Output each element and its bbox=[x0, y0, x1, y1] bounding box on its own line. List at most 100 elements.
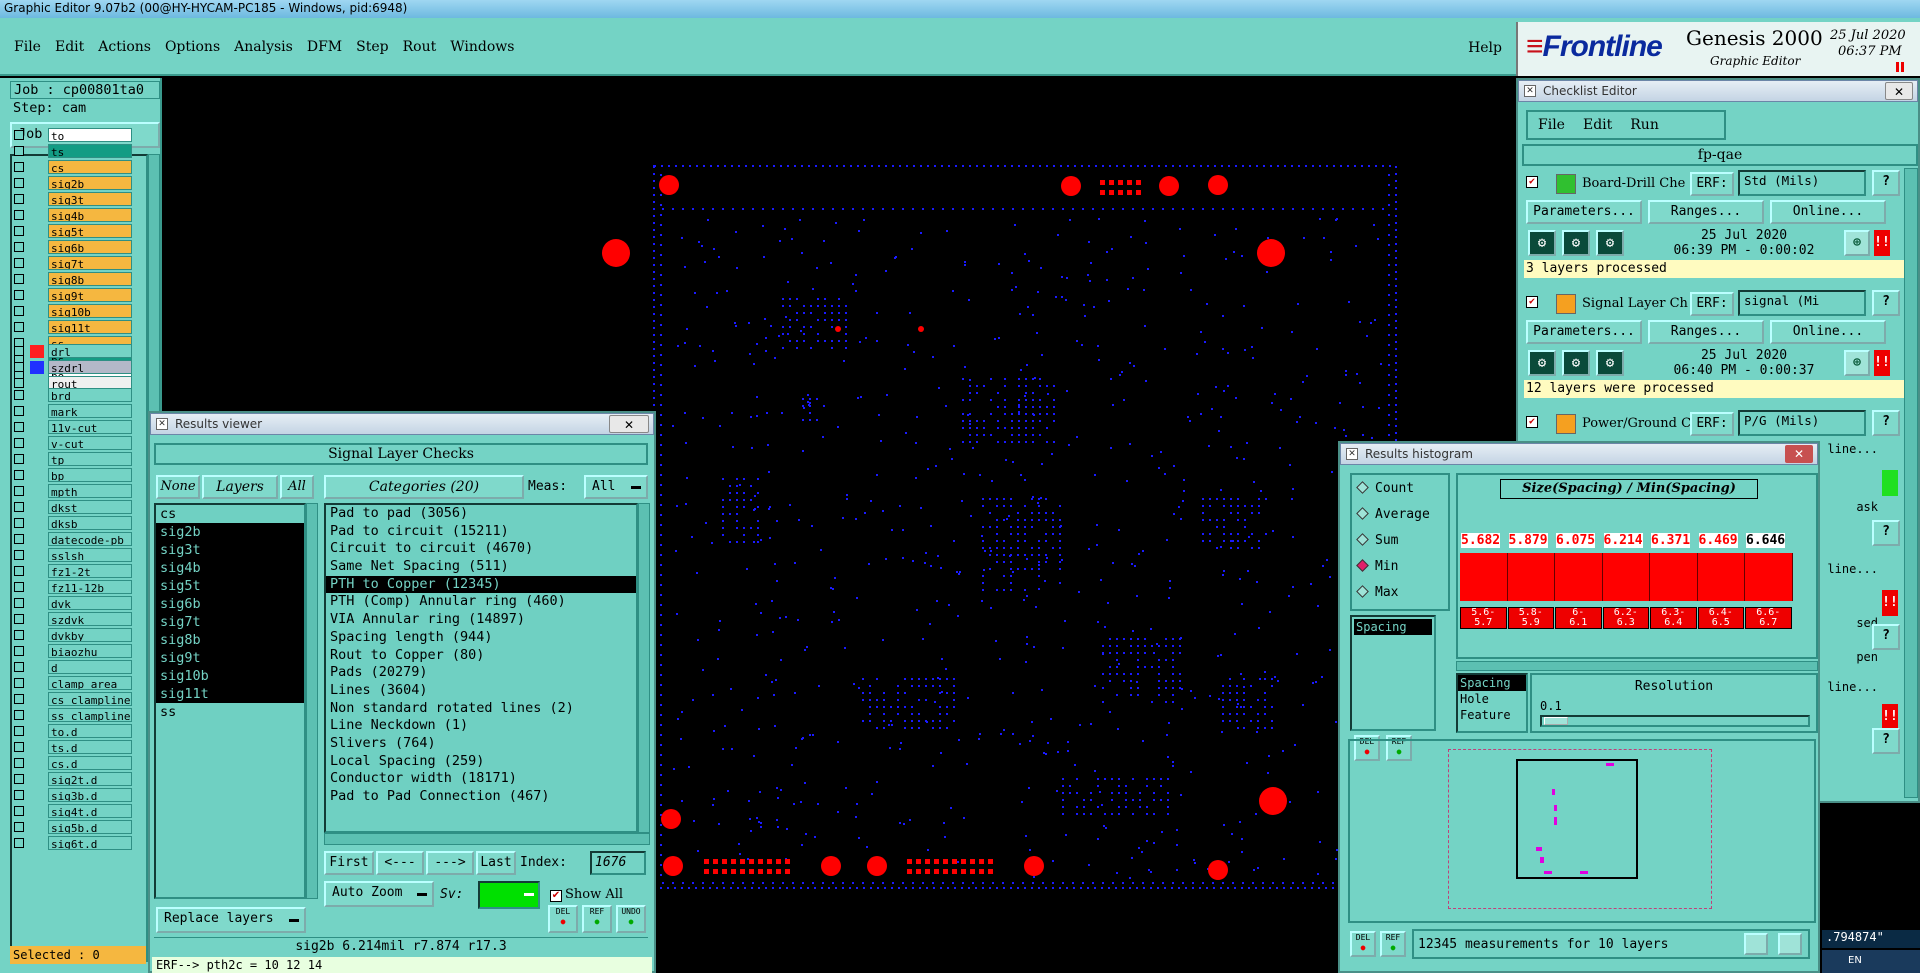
layer-checkbox[interactable] bbox=[14, 534, 24, 544]
layer-name[interactable]: sig3b.d bbox=[48, 788, 132, 802]
show-all-checkbox[interactable]: ✔ Show All bbox=[550, 887, 623, 902]
layer-checkbox[interactable] bbox=[14, 774, 24, 784]
layer-list-item[interactable]: sig11t bbox=[156, 685, 304, 703]
category-list-item[interactable]: VIA Annular ring (14897) bbox=[326, 611, 636, 629]
layer-name[interactable]: sig3t bbox=[48, 192, 132, 206]
category-list-item[interactable]: Local Spacing (259) bbox=[326, 753, 636, 771]
layer-checkbox[interactable] bbox=[14, 242, 24, 252]
layer-row-sig6b[interactable]: sig6b bbox=[14, 240, 132, 255]
layer-name[interactable]: cs_clampline bbox=[48, 692, 132, 706]
layer-row-drl[interactable]: drl bbox=[14, 344, 132, 359]
auto-zoom-button[interactable]: Auto Zoom bbox=[324, 881, 434, 907]
layer-row-sig6t.d[interactable]: sig6t.d bbox=[14, 836, 132, 851]
layer-row-clamp_area[interactable]: clamp_area bbox=[14, 676, 132, 691]
slider-thumb[interactable] bbox=[1544, 717, 1568, 725]
resolution-slider[interactable] bbox=[1540, 715, 1810, 727]
help-button[interactable]: ? bbox=[1872, 520, 1900, 546]
histogram-measure-list[interactable]: Spacing bbox=[1350, 615, 1436, 731]
close-button[interactable]: ✕ bbox=[1885, 82, 1913, 100]
layer-row-sslsh[interactable]: sslsh bbox=[14, 548, 132, 563]
last-button[interactable]: Last bbox=[476, 851, 516, 875]
layer-name[interactable]: ts.d bbox=[48, 740, 132, 754]
run-icon[interactable]: ⚙ bbox=[1562, 230, 1590, 256]
layer-checkbox[interactable] bbox=[14, 806, 24, 816]
layer-name[interactable]: ss_clampline bbox=[48, 708, 132, 722]
layer-name[interactable]: cs bbox=[48, 160, 132, 174]
help-button[interactable]: ? bbox=[1872, 290, 1900, 316]
check-icon[interactable]: ✔ bbox=[1526, 416, 1538, 428]
category-list-item[interactable]: Line Neckdown (1) bbox=[326, 717, 636, 735]
help-button[interactable]: ? bbox=[1872, 728, 1900, 754]
run-icon[interactable]: ⚙ bbox=[1528, 230, 1556, 256]
category-list[interactable]: Pad to pad (3056) Pad to circuit (15211) C… bbox=[324, 503, 638, 833]
layer-row-v-cut[interactable]: v-cut bbox=[14, 436, 132, 451]
layer-row-sig3t[interactable]: sig3t bbox=[14, 192, 132, 207]
layer-row-dvkby[interactable]: dvkby bbox=[14, 628, 132, 643]
layer-list[interactable]: cs sig2b sig3t sig4b sig5t sig6b sig7t sig8b sig… bbox=[154, 503, 306, 899]
close-button[interactable]: ✕ bbox=[1785, 445, 1813, 463]
histogram-bar[interactable] bbox=[1555, 553, 1603, 601]
layer-name[interactable]: dvk bbox=[48, 596, 132, 610]
replace-layers-button[interactable]: Replace layers bbox=[156, 907, 306, 933]
layer-row-sig2b[interactable]: sig2b bbox=[14, 176, 132, 191]
histogram-bar[interactable] bbox=[1650, 553, 1698, 601]
layer-checkbox[interactable] bbox=[14, 454, 24, 464]
layer-name[interactable]: tp bbox=[48, 452, 132, 466]
layer-checkbox[interactable] bbox=[14, 822, 24, 832]
layer-checkbox[interactable] bbox=[14, 422, 24, 432]
layer-name[interactable]: dksb bbox=[48, 516, 132, 530]
histogram-bar[interactable] bbox=[1745, 553, 1793, 601]
layer-checkbox[interactable] bbox=[14, 758, 24, 768]
category-list-item[interactable]: Circuit to circuit (4670) bbox=[326, 540, 636, 558]
layer-name[interactable]: sig5b.d bbox=[48, 820, 132, 834]
undo-button[interactable]: UNDO ● bbox=[616, 905, 646, 933]
layer-row-ss_clampline[interactable]: ss_clampline bbox=[14, 708, 132, 723]
layer-checkbox[interactable] bbox=[14, 726, 24, 736]
menu-step[interactable]: Step bbox=[356, 39, 388, 55]
layer-row-bp[interactable]: bp bbox=[14, 468, 132, 483]
menu-file[interactable]: File bbox=[14, 39, 41, 55]
category-list-item[interactable]: Rout to Copper (80) bbox=[326, 647, 636, 665]
online-button[interactable]: Online... bbox=[1770, 200, 1886, 224]
first-button[interactable]: First bbox=[324, 851, 374, 875]
erf-button[interactable]: ERF: bbox=[1690, 292, 1734, 316]
layer-name[interactable]: szdvk bbox=[48, 612, 132, 626]
layer-checkbox[interactable] bbox=[14, 710, 24, 720]
layer-name[interactable]: fz1-2t bbox=[48, 564, 132, 578]
layer-checkbox[interactable] bbox=[14, 194, 24, 204]
layer-name[interactable]: clamp_area bbox=[48, 676, 132, 690]
layer-list-item[interactable]: sig6b bbox=[156, 595, 304, 613]
layer-row-to[interactable]: to bbox=[14, 128, 132, 143]
zoom-icon[interactable] bbox=[1778, 933, 1802, 955]
layer-checkbox[interactable] bbox=[14, 518, 24, 528]
layer-row-szdrl[interactable]: szdrl bbox=[14, 360, 132, 375]
layer-checkbox[interactable] bbox=[14, 226, 24, 236]
run-icon[interactable]: ⚙ bbox=[1596, 350, 1624, 376]
layers-icon[interactable] bbox=[1744, 933, 1768, 955]
mode-radio-max[interactable]: Max bbox=[1356, 585, 1398, 600]
layer-checkbox[interactable] bbox=[14, 210, 24, 220]
layer-name[interactable]: sig9t bbox=[48, 288, 132, 302]
layer-checkbox[interactable] bbox=[14, 274, 24, 284]
mode-radio-count[interactable]: Count bbox=[1356, 481, 1414, 496]
layer-row-sig4t.d[interactable]: sig4t.d bbox=[14, 804, 132, 819]
layer-checkbox[interactable] bbox=[14, 146, 24, 156]
meas-select[interactable]: All bbox=[584, 475, 648, 499]
histogram-bar[interactable] bbox=[1602, 553, 1650, 601]
layer-checkbox[interactable] bbox=[14, 646, 24, 656]
index-input[interactable]: 1676 bbox=[590, 851, 646, 875]
layer-name[interactable]: d bbox=[48, 660, 132, 674]
online-button[interactable]: Online... bbox=[1770, 320, 1886, 344]
run-icon[interactable]: ⚙ bbox=[1596, 230, 1624, 256]
field-item[interactable]: Spacing bbox=[1458, 675, 1526, 691]
layer-checkbox[interactable] bbox=[14, 614, 24, 624]
ref-button[interactable]: REF ● bbox=[582, 905, 612, 933]
layer-checkbox[interactable] bbox=[14, 346, 24, 356]
checklist-menu-file[interactable]: File bbox=[1538, 112, 1565, 138]
layer-name[interactable]: sig11t bbox=[48, 320, 132, 334]
layer-name[interactable]: szdrl bbox=[48, 360, 132, 374]
category-list-item[interactable]: Same Net Spacing (511) bbox=[326, 558, 636, 576]
layer-row-sig2t.d[interactable]: sig2t.d bbox=[14, 772, 132, 787]
erf-button[interactable]: ERF: bbox=[1690, 412, 1734, 436]
category-list-item[interactable]: PTH (Comp) Annular ring (460) bbox=[326, 593, 636, 611]
